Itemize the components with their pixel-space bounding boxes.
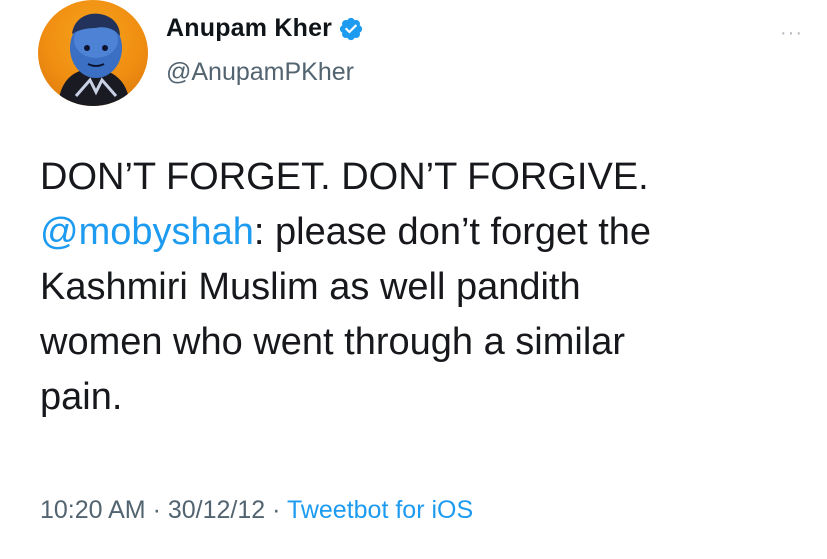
tweet-line: DON’T FORGET. DON’T FORGIVE. bbox=[40, 156, 649, 198]
author-handle[interactable]: @AnupamPKher bbox=[166, 58, 354, 87]
tweet-line: women who went through a similar bbox=[40, 321, 626, 363]
tweet-date[interactable]: 30/12/12 bbox=[168, 496, 265, 524]
tweet-source-link[interactable]: Tweetbot for iOS bbox=[287, 496, 473, 524]
mention-link[interactable]: @mobyshah bbox=[40, 211, 254, 253]
avatar[interactable] bbox=[38, 0, 148, 106]
more-options-icon[interactable]: ··· bbox=[780, 22, 803, 45]
tweet-card: Anupam Kher @AnupamPKher ··· DON’T FORGE… bbox=[0, 0, 827, 559]
meta-separator: · bbox=[265, 496, 287, 524]
tweet-text: DON’T FORGET. DON’T FORGIVE. @mobyshah: … bbox=[40, 150, 800, 425]
avatar-photo bbox=[58, 13, 130, 106]
verified-badge-icon bbox=[338, 16, 364, 42]
tweet-meta: 10:20 AM · 30/12/12 · Tweetbot for iOS bbox=[40, 496, 473, 525]
tweet-line: pain. bbox=[40, 376, 123, 418]
tweet-line: Kashmiri Muslim as well pandith bbox=[40, 266, 581, 308]
meta-separator: · bbox=[145, 496, 168, 524]
author-name-row: Anupam Kher bbox=[166, 14, 364, 43]
tweet-line-text: : please don’t forget the bbox=[253, 211, 652, 253]
author-display-name[interactable]: Anupam Kher bbox=[166, 14, 332, 43]
tweet-time[interactable]: 10:20 AM bbox=[40, 496, 146, 524]
tweet-line: @mobyshah: please don’t forget the bbox=[40, 205, 800, 260]
